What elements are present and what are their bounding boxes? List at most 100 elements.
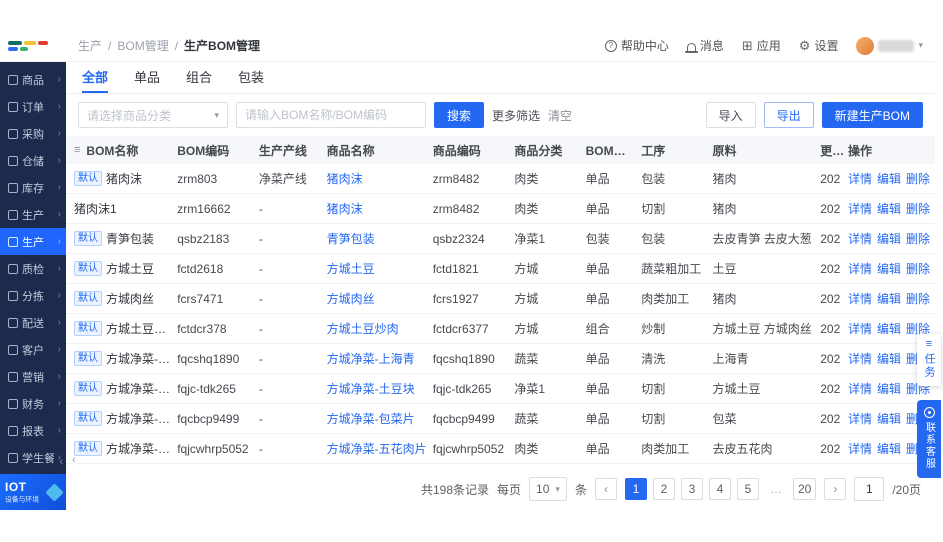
search-button[interactable]: 搜索 xyxy=(434,102,484,128)
sidebar-item[interactable]: 生产 › xyxy=(0,228,66,255)
page-button[interactable]: 5 xyxy=(737,478,759,500)
bom-code-cell: zrm803 xyxy=(177,172,259,186)
sidebar-item[interactable]: 报表 › xyxy=(0,417,66,444)
product-name-link[interactable]: 方城土豆 xyxy=(327,260,433,277)
detail-link[interactable]: 详情 xyxy=(848,410,872,427)
product-name-link[interactable]: 方城净菜-土豆块 xyxy=(327,380,433,397)
detail-link[interactable]: 详情 xyxy=(848,170,872,187)
edit-link[interactable]: 编辑 xyxy=(877,170,901,187)
product-name-link[interactable]: 方城净菜-上海青 xyxy=(327,350,433,367)
bom-name-link[interactable]: 方城净菜-土豆块 xyxy=(106,380,173,397)
product-name-link[interactable]: 猪肉沫 xyxy=(327,170,433,187)
messages-button[interactable]: 消息 xyxy=(687,37,724,54)
detail-link[interactable]: 详情 xyxy=(848,350,872,367)
edit-link[interactable]: 编辑 xyxy=(877,290,901,307)
edit-link[interactable]: 编辑 xyxy=(877,380,901,397)
sidebar-item[interactable]: 分拣 › xyxy=(0,282,66,309)
sidebar-item[interactable]: 订单 › xyxy=(0,93,66,120)
tab[interactable]: 组合 xyxy=(186,62,212,93)
create-bom-button[interactable]: 新建生产BOM xyxy=(822,102,923,128)
sidebar-item[interactable]: 质检 › xyxy=(0,255,66,282)
per-page-select[interactable]: 10 ▾ xyxy=(529,477,567,501)
more-filters-link[interactable]: 更多筛选 xyxy=(492,107,540,124)
delete-link[interactable]: 删除 xyxy=(906,170,930,187)
detail-link[interactable]: 详情 xyxy=(848,200,872,217)
detail-link[interactable]: 详情 xyxy=(848,260,872,277)
task-panel-tab[interactable]: ≡ 任务 xyxy=(917,334,941,386)
product-name-link[interactable]: 方城肉丝 xyxy=(327,290,433,307)
user-menu[interactable]: ▾ xyxy=(856,37,923,55)
tab[interactable]: 包装 xyxy=(238,62,264,93)
settings-button[interactable]: ⚙ 设置 xyxy=(799,37,839,54)
edit-link[interactable]: 编辑 xyxy=(877,260,901,277)
page-button[interactable]: 20 xyxy=(793,478,816,500)
product-code-cell: qsbz2324 xyxy=(433,232,515,246)
page-button[interactable]: … xyxy=(765,478,787,500)
page-button[interactable]: 4 xyxy=(709,478,731,500)
product-name-link[interactable]: 青笋包装 xyxy=(327,230,433,247)
import-button[interactable]: 导入 xyxy=(706,102,756,128)
column-settings-icon[interactable]: ≡ xyxy=(74,144,80,156)
sidebar-item[interactable]: 客户 › xyxy=(0,336,66,363)
edit-link[interactable]: 编辑 xyxy=(877,320,901,337)
edit-link[interactable]: 编辑 xyxy=(877,230,901,247)
product-name-link[interactable]: 方城土豆炒肉 xyxy=(327,320,433,337)
page-button[interactable]: 3 xyxy=(681,478,703,500)
clear-filters-link[interactable]: 清空 xyxy=(548,107,572,124)
page-button[interactable]: 1 xyxy=(625,478,647,500)
bom-name-link[interactable]: 猪肉沫1 xyxy=(74,200,117,217)
apps-button[interactable]: ⊞ 应用 xyxy=(742,37,781,54)
page-button[interactable]: 2 xyxy=(653,478,675,500)
delete-link[interactable]: 删除 xyxy=(906,290,930,307)
sidebar-item[interactable]: 营销 › xyxy=(0,363,66,390)
help-center-button[interactable]: ? 帮助中心 xyxy=(605,37,669,54)
sidebar-item[interactable]: 学生餐 › xyxy=(0,444,66,471)
delete-link[interactable]: 删除 xyxy=(906,230,930,247)
bom-name-link[interactable]: 方城肉丝 xyxy=(106,290,154,307)
bom-name-link[interactable]: 方城土豆 xyxy=(106,260,154,277)
customer-service-button[interactable]: 联系客服 xyxy=(917,400,941,478)
detail-link[interactable]: 详情 xyxy=(848,440,872,457)
delete-link[interactable]: 删除 xyxy=(906,260,930,277)
table-scroll-left-icon[interactable]: ‹ xyxy=(72,454,76,466)
line-cell: - xyxy=(259,202,327,216)
sidebar-item[interactable]: 库存 › xyxy=(0,174,66,201)
edit-link[interactable]: 编辑 xyxy=(877,200,901,217)
bom-name-link[interactable]: 方城净菜-上海青 xyxy=(106,350,173,367)
sidebar-item[interactable]: 仓储 › xyxy=(0,147,66,174)
sidebar-item[interactable]: 采购 › xyxy=(0,120,66,147)
edit-link[interactable]: 编辑 xyxy=(877,350,901,367)
bom-name-link[interactable]: 方城土豆炒肉 xyxy=(106,320,173,337)
sidebar-item[interactable]: 财务 › xyxy=(0,390,66,417)
detail-link[interactable]: 详情 xyxy=(848,320,872,337)
breadcrumb-item[interactable]: BOM管理 xyxy=(117,37,168,54)
bom-name-link[interactable]: 青笋包装 xyxy=(106,230,154,247)
detail-link[interactable]: 详情 xyxy=(848,380,872,397)
keyword-input[interactable] xyxy=(236,102,426,128)
sidebar-item[interactable]: 生产 › xyxy=(0,201,66,228)
bom-name-link[interactable]: 方城净菜-五花肉片 xyxy=(106,440,173,457)
next-page-button[interactable]: › xyxy=(824,478,846,500)
tab[interactable]: 单品 xyxy=(134,62,160,93)
edit-link[interactable]: 编辑 xyxy=(877,440,901,457)
sidebar-item[interactable]: 配送 › xyxy=(0,309,66,336)
detail-link[interactable]: 详情 xyxy=(848,290,872,307)
export-button[interactable]: 导出 xyxy=(764,102,814,128)
product-name-link[interactable]: 猪肉沫 xyxy=(327,200,433,217)
product-code-cell: fctd1821 xyxy=(433,262,515,276)
chevron-down-icon: ▾ xyxy=(555,484,560,495)
sidebar-item[interactable]: 商品 › xyxy=(0,66,66,93)
bom-name-link[interactable]: 方城净菜-包菜片 xyxy=(106,410,173,427)
prev-page-button[interactable]: ‹ xyxy=(595,478,617,500)
page-jump-input[interactable] xyxy=(854,477,884,501)
edit-link[interactable]: 编辑 xyxy=(877,410,901,427)
bom-name-link[interactable]: 猪肉沫 xyxy=(106,170,142,187)
product-name-link[interactable]: 方城净菜-五花肉片 xyxy=(327,440,433,457)
product-name-link[interactable]: 方城净菜-包菜片 xyxy=(327,410,433,427)
detail-link[interactable]: 详情 xyxy=(848,230,872,247)
sidebar-collapse-icon[interactable]: ‹ xyxy=(59,456,63,468)
tab[interactable]: 全部 xyxy=(82,62,108,93)
breadcrumb-item[interactable]: 生产 xyxy=(78,37,102,54)
category-select[interactable]: 请选择商品分类 ▾ xyxy=(78,102,228,128)
delete-link[interactable]: 删除 xyxy=(906,200,930,217)
